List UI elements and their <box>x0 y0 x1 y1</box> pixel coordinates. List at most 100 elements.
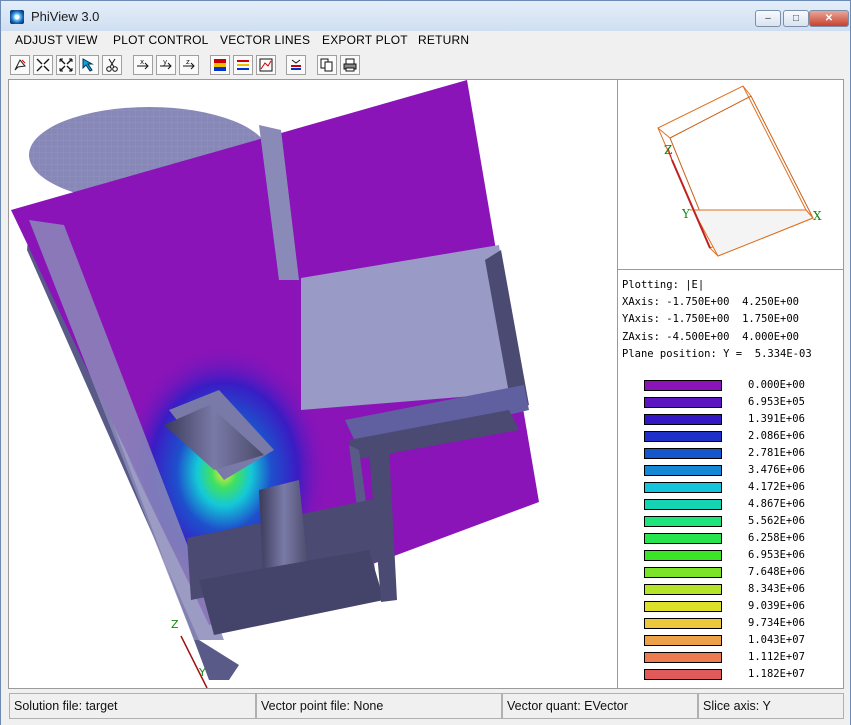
menu-export-plot[interactable]: EXPORT PLOT <box>322 33 408 47</box>
scissors-icon[interactable] <box>102 55 122 75</box>
minimize-button[interactable]: – <box>755 10 781 27</box>
legend-value: 9.734E+06 <box>748 617 805 629</box>
color-fill-icon[interactable] <box>210 55 230 75</box>
legend-value: 6.953E+06 <box>748 549 805 561</box>
legend-swatch <box>644 533 722 544</box>
app-window: PhiView 3.0 – □ ✕ ADJUST VIEW PLOT CONTR… <box>0 0 851 725</box>
legend-value: 8.343E+06 <box>748 583 805 595</box>
pointer-icon[interactable] <box>79 55 99 75</box>
legend-swatch <box>644 669 722 680</box>
legend-row: 9.039E+06 <box>644 599 844 616</box>
legend-row: 3.476E+06 <box>644 463 844 480</box>
plot-info: Plotting: |E| XAxis: -1.750E+00 4.250E+00… <box>622 277 812 363</box>
zoom-out-icon[interactable] <box>56 55 76 75</box>
legend-row: 1.391E+06 <box>644 412 844 429</box>
legend-swatch <box>644 550 722 561</box>
legend-row: 6.258E+06 <box>644 531 844 548</box>
plot-z-axis-label: Z <box>171 618 179 631</box>
title-bar[interactable]: PhiView 3.0 – □ ✕ <box>1 1 850 31</box>
legend-swatch <box>644 414 722 425</box>
legend-value: 4.867E+06 <box>748 498 805 510</box>
legend-row: 1.112E+07 <box>644 650 844 667</box>
legend-swatch <box>644 431 722 442</box>
z-axis-range: ZAxis: -4.500E+00 4.000E+00 <box>622 330 800 343</box>
legend-swatch <box>644 499 722 510</box>
legend-swatch <box>644 652 722 663</box>
x-axis-range: XAxis: -1.750E+00 4.250E+00 <box>622 296 800 309</box>
contour-lines-icon[interactable] <box>233 55 253 75</box>
menu-return[interactable]: RETURN <box>418 33 469 47</box>
status-vector-quant: Vector quant: EVector <box>502 693 698 719</box>
legend-row: 7.648E+06 <box>644 565 844 582</box>
legend-swatch <box>644 448 722 459</box>
legend-value: 1.112E+07 <box>748 651 805 663</box>
legend-row: 0.000E+00 <box>644 378 844 395</box>
legend-value: 2.781E+06 <box>748 447 805 459</box>
status-slice-axis: Slice axis: Y <box>698 693 844 719</box>
maximize-button[interactable]: □ <box>783 10 809 27</box>
status-solution-file: Solution file: target <box>9 693 256 719</box>
legend-value: 3.476E+06 <box>748 464 805 476</box>
legend-value: 1.043E+07 <box>748 634 805 646</box>
status-vector-point-file: Vector point file: None <box>256 693 502 719</box>
legend-value: 4.172E+06 <box>748 481 805 493</box>
legend-value: 1.182E+07 <box>748 668 805 680</box>
side-panel: Z Y X Plotting: |E| XAxis: -1.750E+00 4.2… <box>618 79 844 689</box>
surface-icon[interactable] <box>256 55 276 75</box>
orientation-x-label: X <box>813 209 822 223</box>
menu-bar: ADJUST VIEW PLOT CONTROL VECTOR LINES EX… <box>1 31 850 50</box>
legend-row: 5.562E+06 <box>644 514 844 531</box>
menu-vector-lines[interactable]: VECTOR LINES <box>220 33 310 47</box>
y-axis-icon[interactable]: y <box>156 55 176 75</box>
legend-value: 7.648E+06 <box>748 566 805 578</box>
svg-text:z: z <box>186 58 190 66</box>
plotting-quantity: Plotting: |E| <box>622 279 705 291</box>
legend-value: 2.086E+06 <box>748 430 805 442</box>
legend-swatch <box>644 601 722 612</box>
legend-row: 2.781E+06 <box>644 446 844 463</box>
status-bar: Solution file: target Vector point file:… <box>1 691 850 725</box>
legend-row: 4.867E+06 <box>644 497 844 514</box>
legend-value: 9.039E+06 <box>748 600 805 612</box>
legend-value: 6.953E+05 <box>748 396 805 408</box>
legend-swatch <box>644 465 722 476</box>
legend-swatch <box>644 516 722 527</box>
legend-row: 4.172E+06 <box>644 480 844 497</box>
legend-row: 1.043E+07 <box>644 633 844 650</box>
z-axis-icon[interactable]: z <box>179 55 199 75</box>
svg-text:x: x <box>140 58 144 66</box>
rotate-icon[interactable] <box>10 55 30 75</box>
orientation-view[interactable]: Z Y X <box>618 80 843 270</box>
menu-plot-control[interactable]: PLOT CONTROL <box>113 33 209 47</box>
legend-swatch <box>644 482 722 493</box>
legend-icon[interactable] <box>286 55 306 75</box>
legend-row: 8.343E+06 <box>644 582 844 599</box>
legend-swatch <box>644 584 722 595</box>
legend-swatch <box>644 635 722 646</box>
legend-row: 9.734E+06 <box>644 616 844 633</box>
legend-row: 6.953E+06 <box>644 548 844 565</box>
legend-swatch <box>644 618 722 629</box>
svg-text:y: y <box>163 58 167 66</box>
legend-value: 6.258E+06 <box>748 532 805 544</box>
copy-icon[interactable] <box>317 55 337 75</box>
legend-swatch <box>644 567 722 578</box>
orientation-z-label: Z <box>664 143 672 157</box>
legend-value: 0.000E+00 <box>748 379 805 391</box>
plot-y-axis-label: Y <box>198 666 206 679</box>
menu-adjust-view[interactable]: ADJUST VIEW <box>15 33 98 47</box>
y-axis-range: YAxis: -1.750E+00 1.750E+00 <box>622 313 800 326</box>
window-title: PhiView 3.0 <box>31 9 100 24</box>
plot-3d-view[interactable]: Z Y <box>8 79 618 689</box>
zoom-in-icon[interactable] <box>33 55 53 75</box>
orientation-y-label: Y <box>681 207 691 221</box>
legend-row: 6.953E+05 <box>644 395 844 412</box>
legend-value: 1.391E+06 <box>748 413 805 425</box>
print-icon[interactable] <box>340 55 360 75</box>
plane-position: Plane position: Y = 5.334E-03 <box>622 347 812 360</box>
legend-row: 2.086E+06 <box>644 429 844 446</box>
x-axis-icon[interactable]: x <box>133 55 153 75</box>
close-button[interactable]: ✕ <box>809 10 849 27</box>
legend-value: 5.562E+06 <box>748 515 805 527</box>
toolbar: x y z <box>1 51 850 78</box>
